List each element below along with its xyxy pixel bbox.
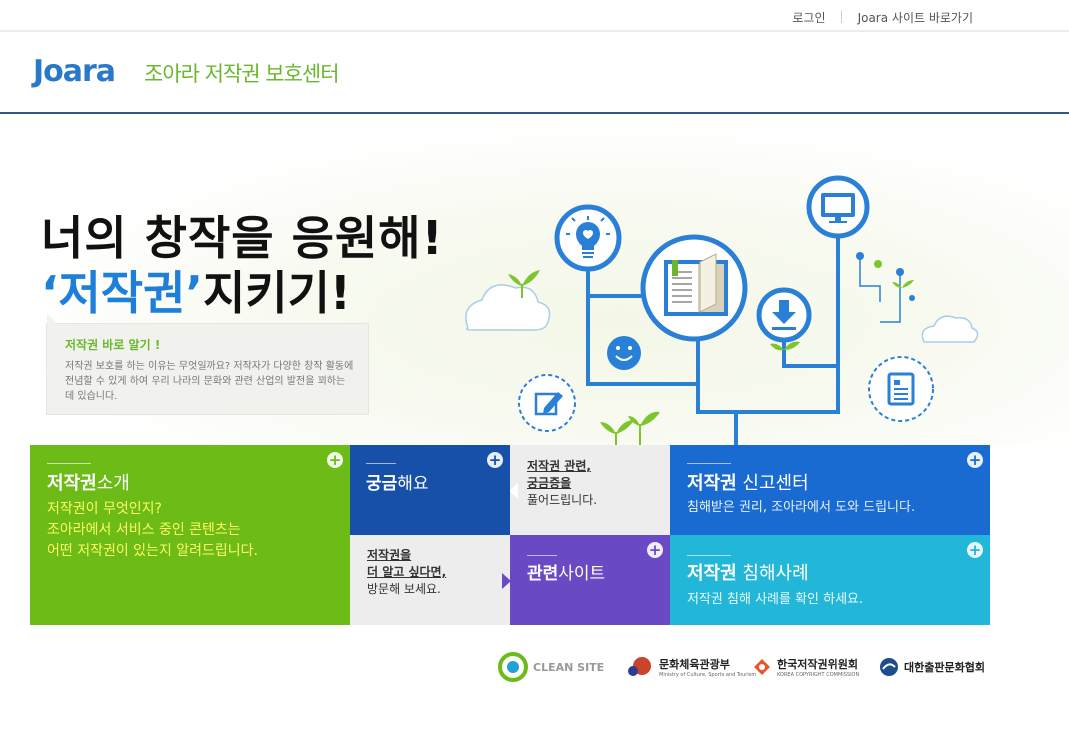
joara-site-link[interactable]: Joara 사이트 바로가기 <box>858 9 973 26</box>
title-rule <box>47 463 91 464</box>
top-utility-bar: 로그인 | Joara 사이트 바로가기 <box>0 0 1069 32</box>
cloud-icon <box>465 284 551 331</box>
commission-emblem-icon <box>754 659 770 675</box>
plus-icon[interactable]: + <box>647 542 663 558</box>
publishers-emblem-icon <box>880 658 898 676</box>
sprout-icon <box>892 280 914 288</box>
plus-icon[interactable]: + <box>487 452 503 468</box>
title-rule <box>687 555 731 556</box>
sprout-icon <box>600 411 660 445</box>
monitor-icon <box>806 175 870 239</box>
tile-report-center[interactable]: 저작권 신고센터 침해받은 권리, 조아라에서 도와 드립니다. + <box>670 445 990 535</box>
book-icon <box>640 234 748 342</box>
info-text: 저작권 보호를 하는 이유는 무엇일까요? 저작자가 다양한 창작 활동에 전념… <box>65 361 354 402</box>
tile-desc: 침해받은 권리, 조아라에서 도와 드립니다. <box>687 500 916 515</box>
tile-infringement-cases[interactable]: 저작권 침해사례 저작권 침해 사례를 확인 하세요. + <box>670 535 990 625</box>
hero-subline-rest: 지키기! <box>202 266 351 320</box>
utility-links: 로그인 | Joara 사이트 바로가기 <box>792 9 973 26</box>
tile-related-sites[interactable]: 관련사이트 + <box>510 535 670 625</box>
plus-icon[interactable]: + <box>327 452 343 468</box>
tile-curious[interactable]: 궁금해요 + <box>350 445 510 535</box>
tile-learn-more-info: 저작권을 더 알고 싶다면, 방문해 보세요. <box>350 535 510 625</box>
cloud-icon <box>921 315 979 343</box>
site-title: 조아라 저작권 보호센터 <box>144 62 340 86</box>
tile-desc: 저작권을 더 알고 싶다면, 방문해 보세요. <box>367 548 447 596</box>
info-title: 저작권 바로 알기 ! <box>65 338 161 352</box>
publishers-association-logo[interactable]: 대한출판문화협회 <box>879 650 985 684</box>
lightbulb-icon <box>554 204 622 272</box>
tile-desc: 저작권이 무엇인지? 조아라에서 서비스 중인 콘텐츠는 어떤 저작권이 있는지… <box>47 501 258 559</box>
clean-site-logo[interactable]: CLEAN SITE <box>498 650 604 684</box>
tile-desc: 저작권 침해 사례를 확인 하세요. <box>687 592 864 607</box>
login-link[interactable]: 로그인 <box>792 9 825 26</box>
tile-title: 저작권 침해사례 <box>687 563 809 584</box>
dots <box>856 252 915 301</box>
plus-icon[interactable]: + <box>967 542 983 558</box>
hero-banner: 너의 창작을 응원해! ‘저작권’지키기! 저작권 바로 알기 ! 저작권 보호… <box>0 116 1069 445</box>
hero-keyword: 저작권 <box>58 266 186 320</box>
joara-logo[interactable]: Joara <box>33 54 116 89</box>
tile-title: 저작권소개 <box>47 473 130 494</box>
edit-icon <box>518 374 576 432</box>
plus-icon[interactable]: + <box>967 452 983 468</box>
link-divider: | <box>839 9 844 23</box>
title-rule <box>687 463 731 464</box>
hero-subline: ‘저작권’지키기! <box>41 266 351 320</box>
title-rule <box>527 555 557 556</box>
tile-title: 관련사이트 <box>527 564 606 584</box>
title-rule <box>366 463 396 464</box>
ministry-logo[interactable]: 문화체육관광부 Ministry of Culture, Sports and … <box>626 650 756 684</box>
logo-text: Joara <box>33 54 116 89</box>
site-header: Joara 조아라 저작권 보호센터 <box>0 32 1069 114</box>
copyright-commission-logo[interactable]: 한국저작권위원회 KOREA COPYRIGHT COMMISSION <box>752 650 859 684</box>
copyright-info-box: 저작권 바로 알기 ! 저작권 보호를 하는 이유는 무엇일까요? 저작자가 다… <box>46 314 369 415</box>
document-icon <box>868 356 934 422</box>
download-icon <box>756 287 812 343</box>
smile-icon <box>607 336 641 370</box>
partner-logos: CLEAN SITE 문화체육관광부 Ministry of Culture, … <box>498 650 993 684</box>
green-dot <box>874 260 882 268</box>
pointer-arrow <box>510 483 518 499</box>
tile-title: 저작권 신고센터 <box>687 473 809 494</box>
ministry-emblem-icon <box>628 657 651 676</box>
tile-answer-info: 저작권 관련, 궁금증을 풀어드립니다. <box>510 445 670 535</box>
infobox-notch <box>47 314 57 324</box>
pointer-arrow <box>502 573 510 589</box>
tile-desc: 저작권 관련, 궁금증을 풀어드립니다. <box>527 459 598 507</box>
clean-site-icon <box>498 652 528 682</box>
tile-copyright-intro[interactable]: 저작권소개 저작권이 무엇인지? 조아라에서 서비스 중인 콘텐츠는 어떤 저작… <box>30 445 350 625</box>
hero-illustration <box>465 175 979 445</box>
tile-title: 궁금해요 <box>366 474 429 494</box>
